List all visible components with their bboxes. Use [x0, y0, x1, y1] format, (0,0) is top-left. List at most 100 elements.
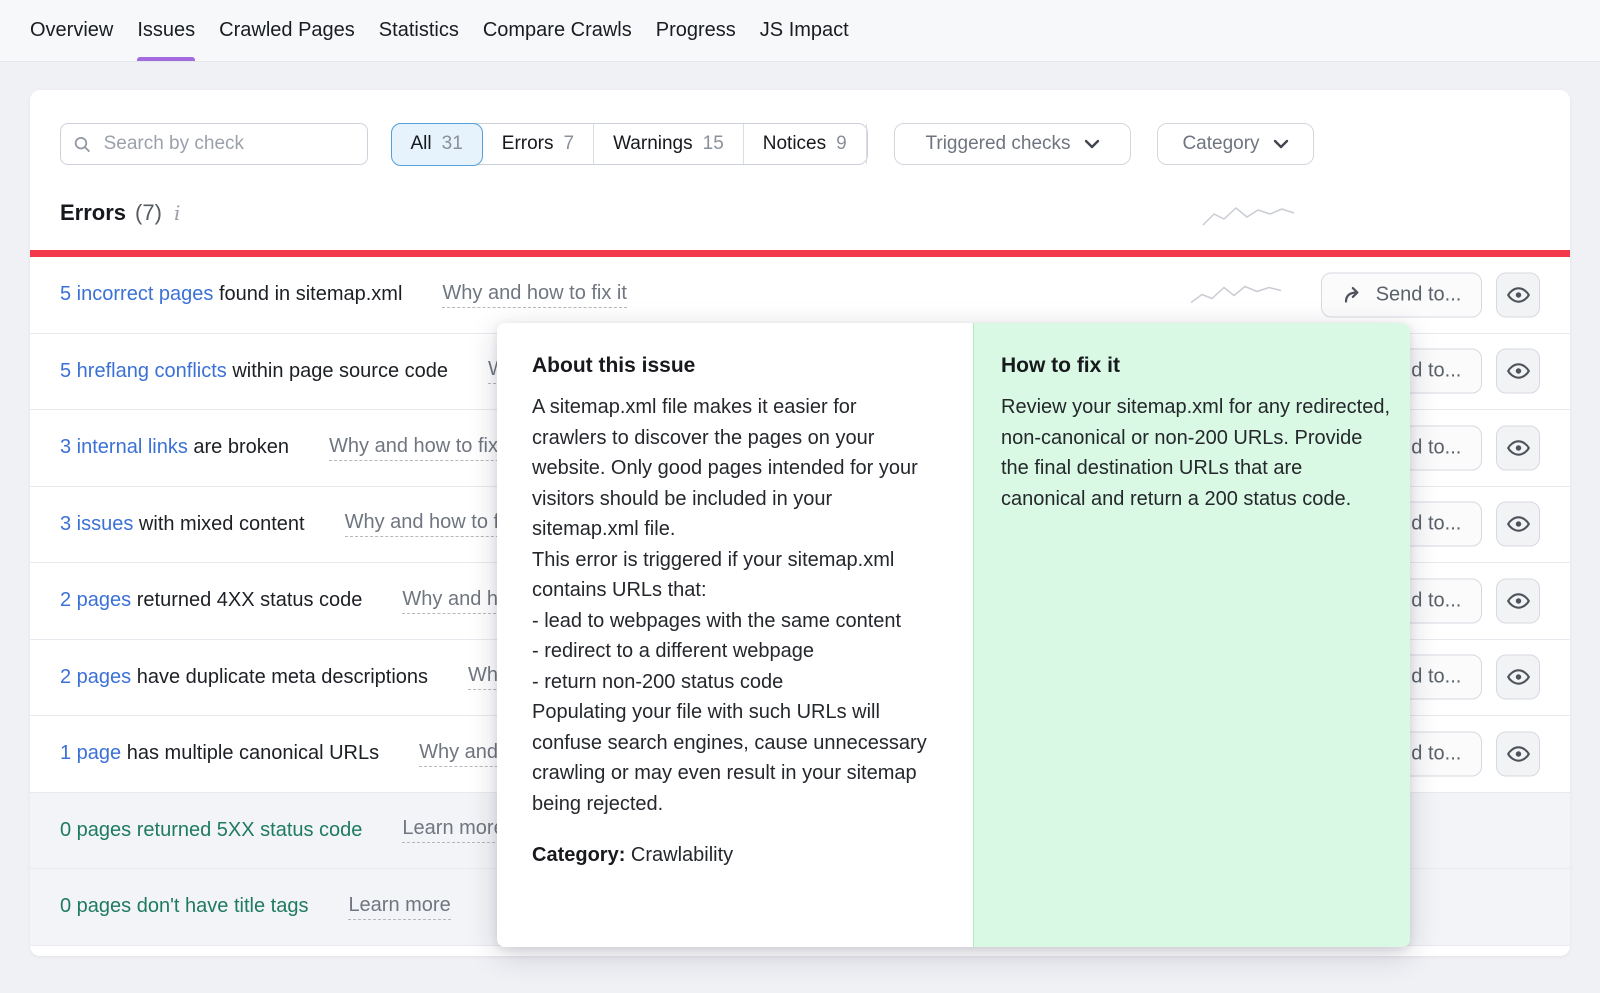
severity-filter: All 31 Errors 7 Warnings 15 Notices 9	[391, 123, 868, 165]
issue-text: 3 issues with mixed content	[60, 513, 305, 536]
issue-count-link[interactable]: 3 internal links	[60, 436, 188, 458]
issue-count-link[interactable]: 5 incorrect pages	[60, 283, 213, 305]
issue-text: 0 pages returned 5XX status code	[60, 819, 362, 842]
issue-help-link[interactable]: Why and how to fix it	[329, 435, 514, 461]
nav-tab[interactable]: Crawled Pages	[219, 0, 355, 61]
segment-count: 31	[442, 133, 463, 155]
issue-help-link[interactable]: Learn more	[348, 894, 450, 920]
segment-count: 7	[564, 133, 575, 155]
how-to-fix-panel: How to fix it Review your sitemap.xml fo…	[973, 323, 1410, 947]
issue-description: with mixed content	[133, 513, 304, 535]
issue-description: within page source code	[227, 360, 448, 382]
issue-category-label: Category:	[532, 844, 625, 866]
segment-count: 9	[836, 133, 847, 155]
issue-count-link[interactable]: 1 page	[60, 742, 121, 764]
issue-description: have duplicate meta descriptions	[131, 666, 428, 688]
issue-description: returned 5XX status code	[131, 819, 362, 841]
issue-description: returned 4XX status code	[131, 589, 362, 611]
errors-count: (7)	[135, 200, 162, 226]
errors-trend-sparkline-icon	[1202, 205, 1296, 229]
eye-icon	[1506, 665, 1531, 690]
nav-tab[interactable]: Overview	[30, 0, 113, 61]
view-issue-button[interactable]	[1496, 731, 1540, 776]
segment-label: All	[411, 133, 432, 155]
about-issue-title: About this issue	[532, 354, 931, 378]
issue-description: found in sitemap.xml	[213, 283, 402, 305]
nav-tab[interactable]: Compare Crawls	[483, 0, 632, 61]
issue-count-link[interactable]: 0 pages	[60, 895, 131, 917]
about-issue-panel: About this issue A sitemap.xml file make…	[497, 323, 973, 947]
issue-count-link[interactable]: 5 hreflang conflicts	[60, 360, 227, 382]
search-box[interactable]	[60, 123, 368, 165]
severity-segment[interactable]: Warnings 15	[594, 124, 744, 164]
issue-text: 2 pages returned 4XX status code	[60, 589, 362, 612]
segment-label: Errors	[502, 133, 554, 155]
info-icon[interactable]: i	[171, 201, 180, 225]
segment-count: 15	[703, 133, 724, 155]
view-issue-button[interactable]	[1496, 502, 1540, 547]
issue-count-link[interactable]: 2 pages	[60, 666, 131, 688]
triggered-checks-dropdown[interactable]: Triggered checks	[894, 123, 1131, 165]
send-to-label: Send to...	[1376, 283, 1462, 306]
issue-text: 5 hreflang conflicts within page source …	[60, 360, 448, 383]
top-nav: Overview Issues Crawled Pages Statistics…	[0, 0, 1600, 62]
issue-help-link[interactable]: Learn more	[402, 817, 504, 843]
issue-description: are broken	[188, 436, 289, 458]
issue-text: 0 pages don't have title tags	[60, 895, 308, 918]
triggered-checks-label: Triggered checks	[925, 133, 1070, 155]
issue-count-link[interactable]: 3 issues	[60, 513, 133, 535]
issue-description: don't have title tags	[131, 895, 308, 917]
nav-tab-label: Statistics	[379, 19, 459, 42]
issue-count-link[interactable]: 0 pages	[60, 819, 131, 841]
view-issue-button[interactable]	[1496, 425, 1540, 470]
view-issue-button[interactable]	[1496, 272, 1540, 317]
how-to-fix-title: How to fix it	[1001, 354, 1392, 378]
issue-text: 1 page has multiple canonical URLs	[60, 742, 379, 765]
share-arrow-icon	[1342, 284, 1365, 305]
chevron-down-icon	[1273, 139, 1289, 149]
errors-title: Errors	[60, 200, 126, 226]
nav-tab[interactable]: Issues	[137, 0, 195, 61]
nav-tab[interactable]: Statistics	[379, 0, 459, 61]
issue-count-link[interactable]: 2 pages	[60, 589, 131, 611]
about-issue-body: A sitemap.xml file makes it easier for c…	[532, 392, 931, 819]
nav-tab-label: Crawled Pages	[219, 19, 355, 42]
eye-icon	[1506, 741, 1531, 766]
nav-tab-label: Compare Crawls	[483, 19, 632, 42]
issue-category: Category: Crawlability	[532, 844, 931, 867]
eye-icon	[1506, 512, 1531, 537]
send-to-button[interactable]: Send to...	[1321, 272, 1482, 317]
view-issue-button[interactable]	[1496, 655, 1540, 700]
severity-segment[interactable]: Notices 9	[744, 124, 867, 164]
nav-tab[interactable]: JS Impact	[760, 0, 849, 61]
segment-label: Notices	[763, 133, 826, 155]
errors-section-divider	[30, 250, 1570, 257]
category-dropdown[interactable]: Category	[1157, 123, 1314, 165]
nav-tab-label: Overview	[30, 19, 113, 42]
view-issue-button[interactable]	[1496, 349, 1540, 394]
category-dropdown-label: Category	[1182, 133, 1259, 155]
issue-row-controls: Send to...	[1191, 272, 1540, 317]
issue-trend-sparkline-icon	[1191, 283, 1281, 307]
view-issue-button[interactable]	[1496, 578, 1540, 623]
segment-label: Warnings	[613, 133, 693, 155]
eye-icon	[1506, 282, 1531, 307]
eye-icon	[1506, 359, 1531, 384]
severity-segment[interactable]: Errors 7	[483, 124, 594, 164]
search-input[interactable]	[102, 132, 355, 156]
chevron-down-icon	[1084, 139, 1100, 149]
errors-heading: Errors (7) i	[60, 200, 180, 226]
nav-tab[interactable]: Progress	[656, 0, 736, 61]
issue-text: 3 internal links are broken	[60, 436, 289, 459]
issue-text: 5 incorrect pages found in sitemap.xml	[60, 283, 402, 306]
severity-segment[interactable]: All 31	[391, 123, 483, 166]
issue-category-value: Crawlability	[631, 844, 733, 866]
how-to-fix-body: Review your sitemap.xml for any redirect…	[1001, 392, 1392, 514]
search-icon	[73, 134, 92, 155]
issue-help-link[interactable]: Why and how to fix it	[442, 282, 627, 308]
nav-tab-label: JS Impact	[760, 19, 849, 42]
eye-icon	[1506, 435, 1531, 460]
nav-tab-label: Issues	[137, 19, 195, 42]
issue-details-popup: About this issue A sitemap.xml file make…	[497, 323, 1410, 947]
nav-tab-label: Progress	[656, 19, 736, 42]
